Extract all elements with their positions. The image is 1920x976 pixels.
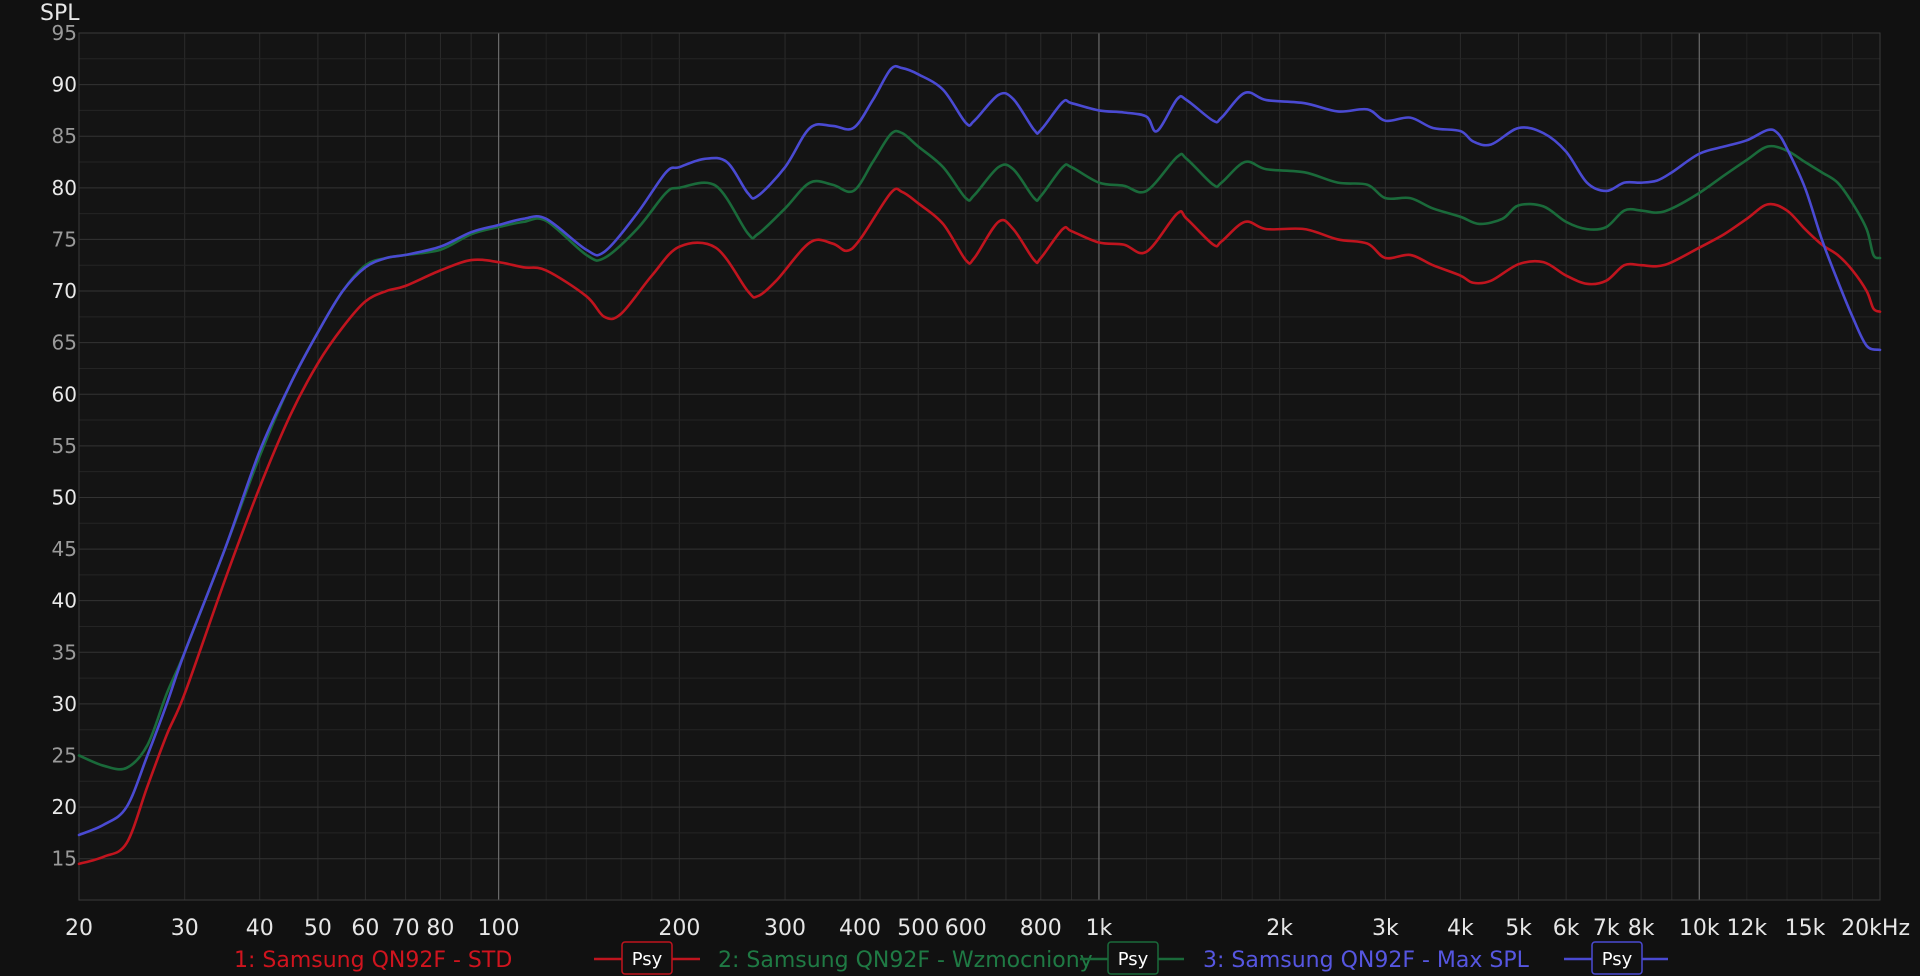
psy-toggle-label-2: Psy <box>1118 949 1149 970</box>
y-tick-label: 80 <box>52 176 77 200</box>
x-tick-label: 2k <box>1266 916 1293 941</box>
x-tick-label: 100 <box>478 916 520 941</box>
psy-toggle-label-1: Psy <box>632 949 663 970</box>
legend-label-2: 2: Samsung QN92F - Wzmocniony <box>718 948 1093 973</box>
y-tick-label: 55 <box>52 434 77 458</box>
y-tick-label: 60 <box>52 382 77 406</box>
x-tick-label: 70 <box>392 916 420 941</box>
x-tick-label: 12k <box>1726 916 1767 941</box>
x-tick-label: 600 <box>945 916 987 941</box>
x-tick-label: 6k <box>1553 916 1580 941</box>
x-tick-label: 20 <box>65 916 93 941</box>
y-tick-label: 75 <box>52 227 77 251</box>
frequency-response-chart: SPL 15 20 25 30 35 40 45 50 55 60 65 70 75 80 85 90 95 2… <box>0 0 1920 976</box>
x-tick-label: 10k <box>1679 916 1720 941</box>
x-tick-label: 8k <box>1628 916 1655 941</box>
x-tick-label: 7k <box>1593 916 1620 941</box>
y-tick-label: 50 <box>52 485 77 509</box>
y-tick-label: 20 <box>52 795 77 819</box>
x-tick-label: 300 <box>764 916 806 941</box>
y-tick-label: 25 <box>52 744 77 768</box>
y-tick-label: 30 <box>52 692 77 716</box>
legend-label-1: 1: Samsung QN92F - STD <box>234 948 512 973</box>
x-tick-label: 800 <box>1020 916 1062 941</box>
x-tick-label: 1k <box>1086 916 1113 941</box>
x-tick-label: 80 <box>426 916 454 941</box>
y-tick-label: 35 <box>52 640 77 664</box>
x-tick-label: 200 <box>658 916 700 941</box>
x-tick-label: 3k <box>1372 916 1399 941</box>
x-tick-label: 60 <box>351 916 379 941</box>
y-tick-label: 40 <box>52 589 77 613</box>
x-tick-label: 30 <box>171 916 199 941</box>
y-tick-label: 90 <box>52 73 77 97</box>
x-tick-label: 50 <box>304 916 332 941</box>
psy-toggle-label-3: Psy <box>1602 949 1633 970</box>
y-tick-label: 65 <box>52 331 77 355</box>
x-tick-label: 40 <box>246 916 274 941</box>
legend-label-3: 3: Samsung QN92F - Max SPL <box>1203 948 1530 973</box>
x-tick-label: 500 <box>897 916 939 941</box>
chart-canvas: SPL 1520253035404550556065707580859095 2… <box>0 0 1920 976</box>
x-tick-label: 5k <box>1505 916 1532 941</box>
y-tick-label: 15 <box>52 847 77 871</box>
y-tick-label: 70 <box>52 279 77 303</box>
y-tick-label: 95 <box>52 21 77 45</box>
x-tick-label: 20kHz <box>1841 916 1910 941</box>
plot-area <box>79 33 1880 900</box>
y-tick-label: 85 <box>52 124 77 148</box>
x-tick-label: 4k <box>1447 916 1474 941</box>
x-tick-label: 15k <box>1785 916 1826 941</box>
x-tick-label: 400 <box>839 916 881 941</box>
y-tick-label: 45 <box>52 537 77 561</box>
